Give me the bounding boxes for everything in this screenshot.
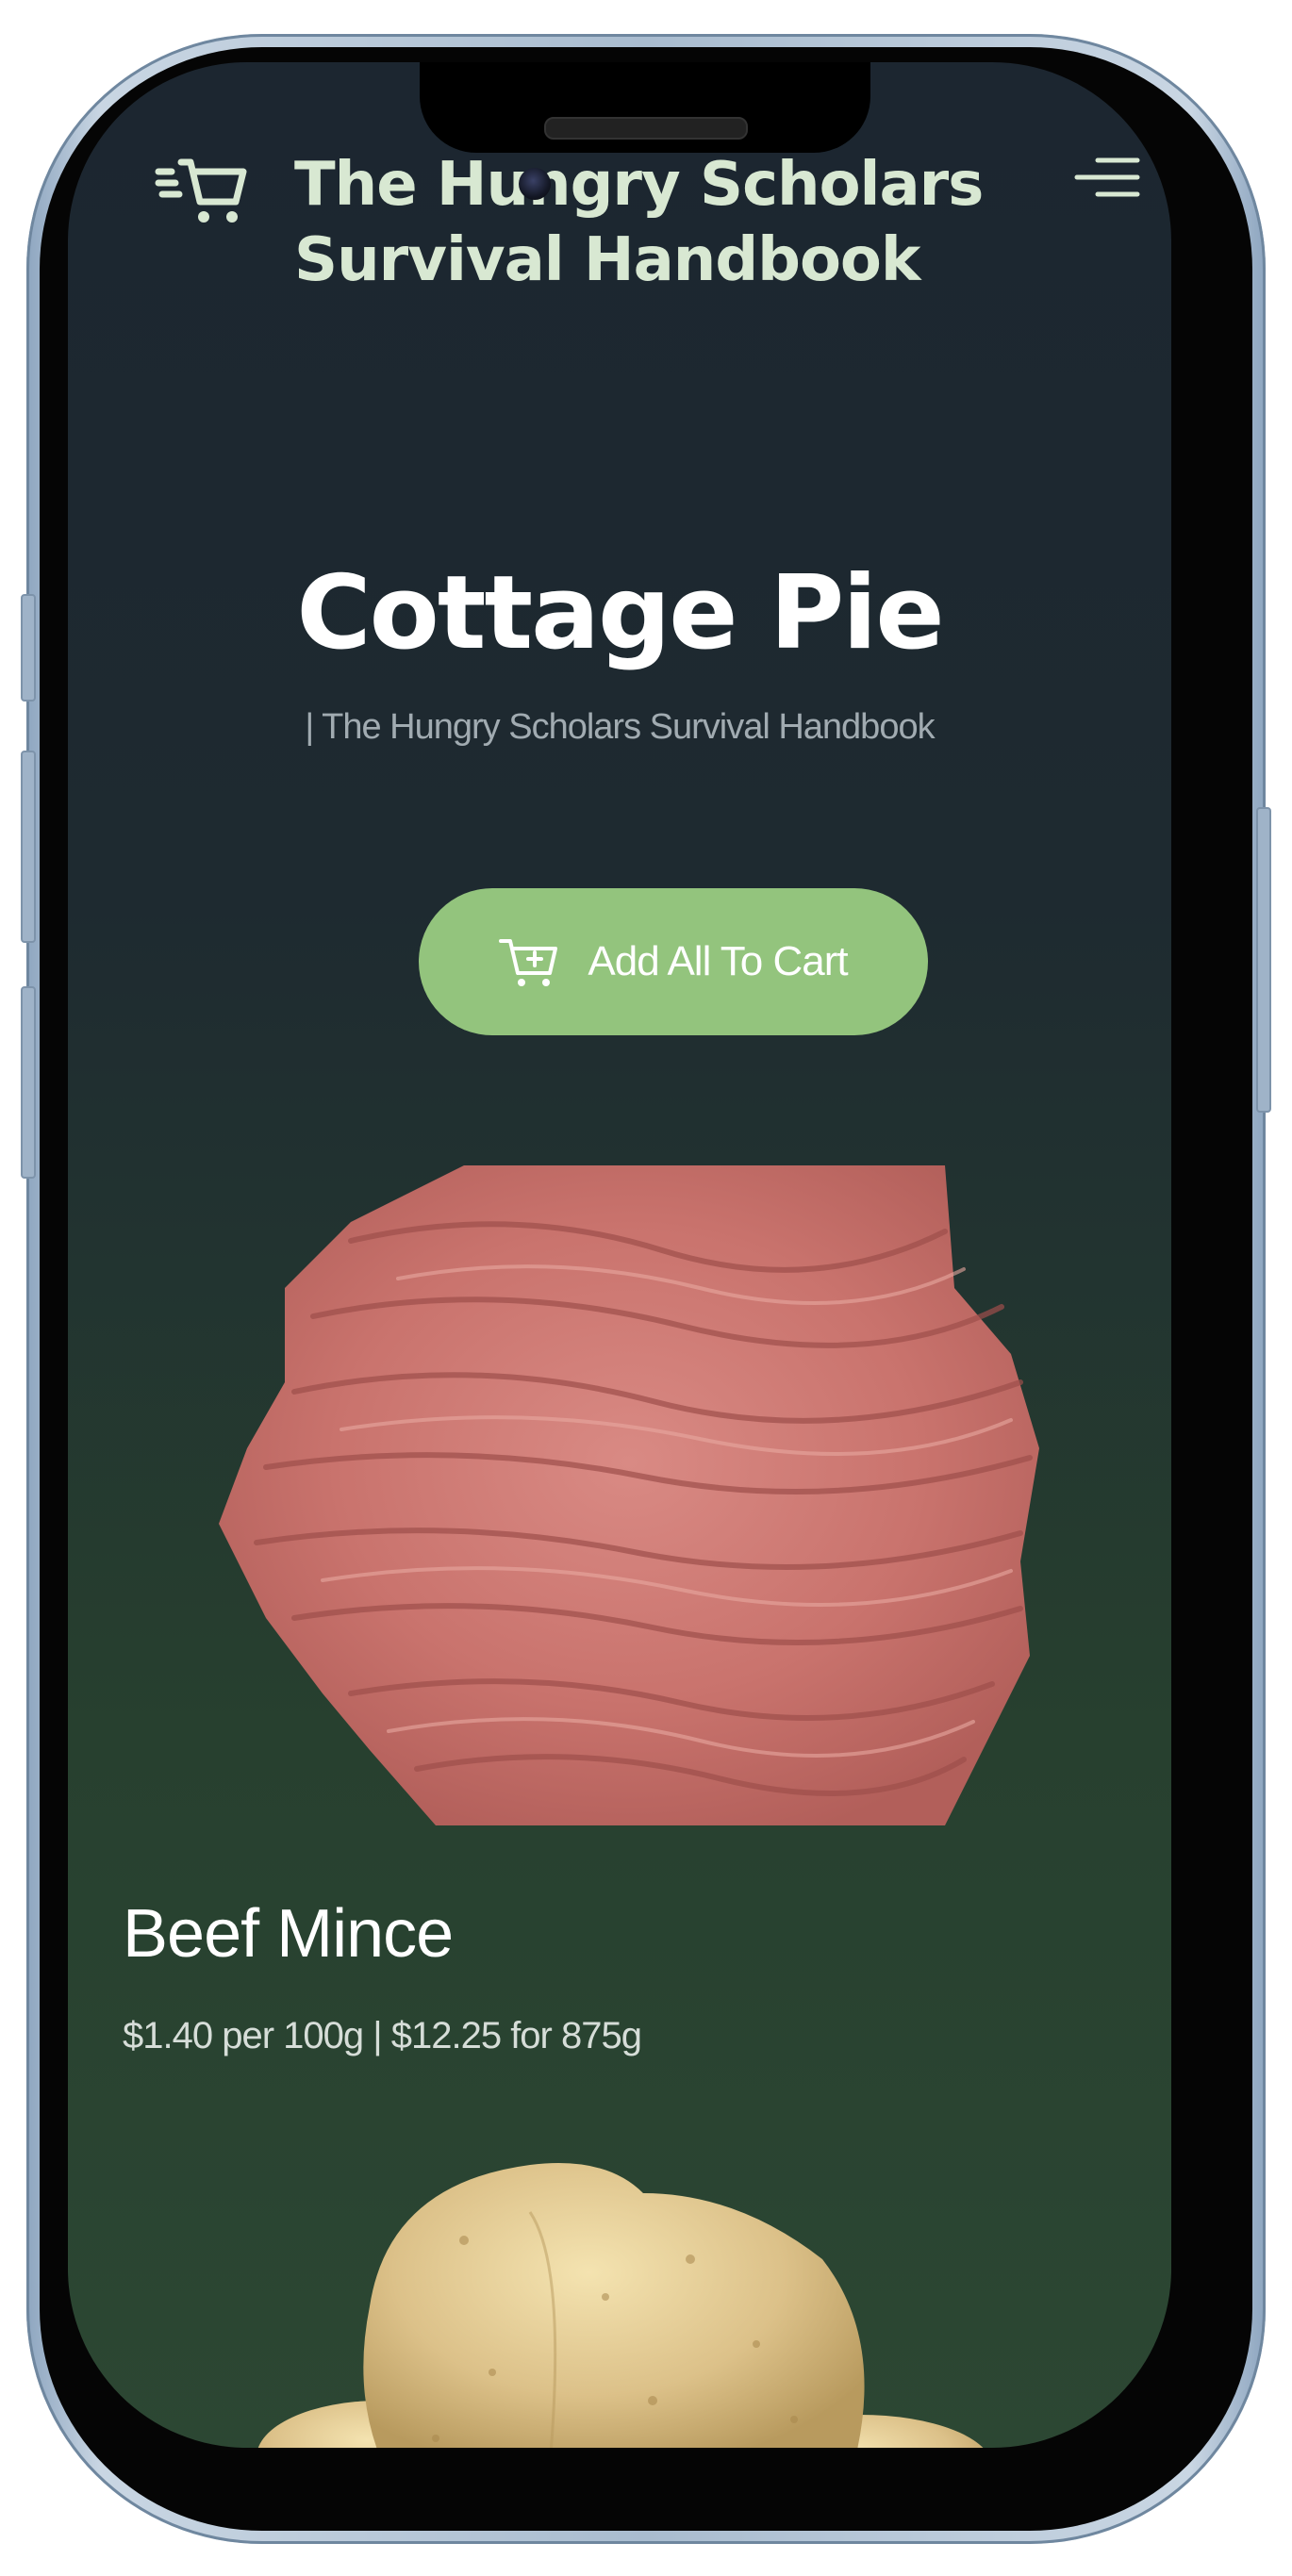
menu-icon[interactable] xyxy=(1073,153,1141,209)
potato-image[interactable] xyxy=(247,2155,992,2448)
product-name[interactable]: Beef Mince xyxy=(123,1891,454,1976)
page-subtitle: | The Hungry Scholars Survival Handbook xyxy=(305,707,935,747)
beef-mince-image[interactable] xyxy=(209,1165,1049,1835)
product-price: $1.40 per 100g | $12.25 for 875g xyxy=(123,2015,642,2056)
add-all-to-cart-label: Add All To Cart xyxy=(588,938,848,984)
site-title[interactable]: The Hungry Scholars Survival Handbook xyxy=(294,147,1011,298)
add-to-cart-icon xyxy=(499,939,558,986)
cart-icon[interactable] xyxy=(155,153,249,228)
speaker xyxy=(544,117,748,140)
side-button-silent xyxy=(21,594,36,702)
screen: The Hungry Scholars Survival Handbook Co… xyxy=(68,62,1171,2448)
side-button-volume-down xyxy=(21,986,36,1179)
page-title: Cottage Pie xyxy=(296,554,944,672)
side-button-power xyxy=(1256,807,1271,1113)
camera xyxy=(519,168,551,200)
add-all-to-cart-button[interactable]: Add All To Cart xyxy=(419,888,928,1035)
side-button-volume-up xyxy=(21,751,36,943)
